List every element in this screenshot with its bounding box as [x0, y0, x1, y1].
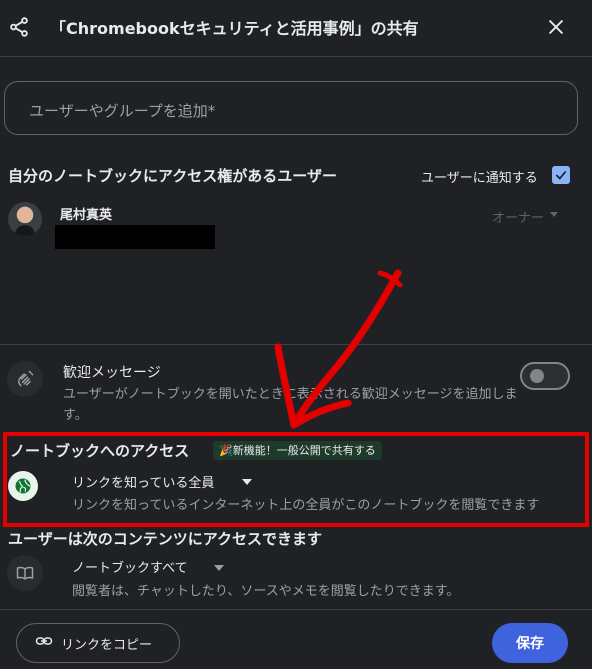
footer-divider [0, 609, 592, 610]
save-label: 保存 [516, 636, 544, 652]
check-icon [555, 170, 567, 180]
link-icon [35, 632, 53, 654]
dialog-title: 「Chromebookセキュリティと活用事例」の共有 [50, 19, 419, 38]
user-name: 尾村真英 [60, 208, 113, 223]
waving-hand-icon [7, 361, 43, 397]
access-list-header: 自分のノートブックにアクセス権があるユーザー [8, 167, 337, 185]
add-users-input[interactable]: ユーザーやグループを追加* [4, 81, 578, 135]
content-scope-description: 閲覧者は、チャットしたり、ソースやメモを閲覧したりできます。 [72, 584, 460, 599]
share-icon [8, 16, 30, 38]
content-scope-dropdown[interactable]: ノートブックすべて [72, 557, 188, 576]
welcome-toggle[interactable] [520, 362, 570, 390]
content-caret-icon[interactable] [214, 565, 224, 571]
content-access-title: ユーザーは次のコンテンツにアクセスできます [8, 530, 322, 548]
notify-checkbox[interactable] [552, 166, 570, 184]
role-dropdown: オーナー [492, 211, 545, 226]
annotation-arrow [274, 269, 403, 429]
role-caret-icon [550, 212, 558, 217]
redacted-email [55, 225, 215, 249]
copy-link-button[interactable]: リンクをコピー [16, 623, 180, 663]
book-icon [7, 555, 43, 591]
notify-label: ユーザーに通知する [421, 171, 538, 186]
save-button[interactable]: 保存 [492, 623, 568, 663]
header-divider [0, 56, 592, 57]
toggle-knob [530, 369, 544, 383]
add-users-placeholder: ユーザーやグループを追加* [29, 102, 216, 120]
highlight-box [3, 432, 589, 527]
close-icon[interactable] [545, 16, 567, 38]
copy-link-label: リンクをコピー [61, 637, 153, 653]
avatar [8, 202, 42, 236]
welcome-title: 歓迎メッセージ [63, 365, 161, 381]
